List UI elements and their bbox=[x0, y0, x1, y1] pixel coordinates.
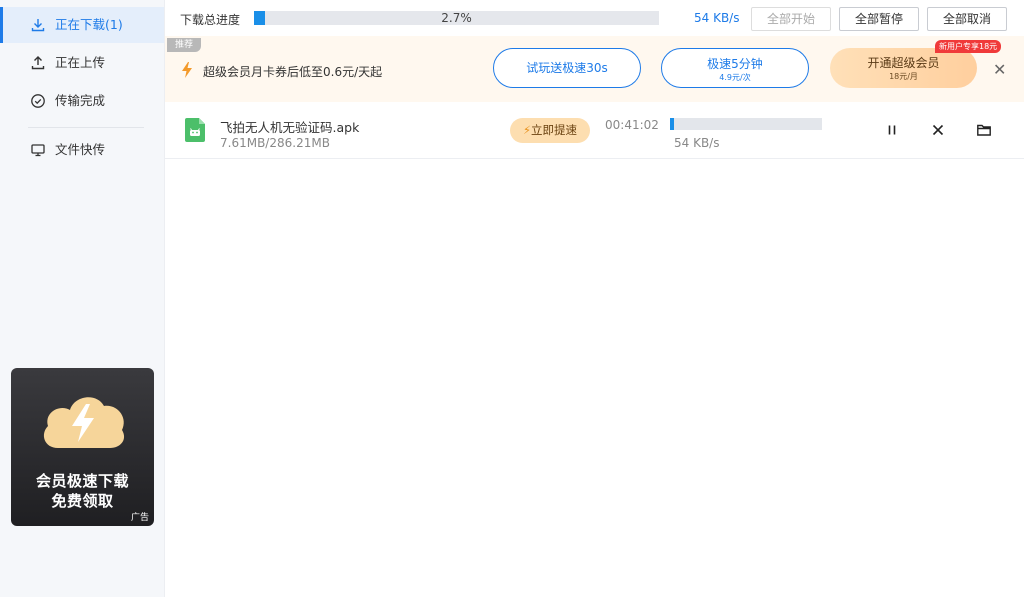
total-speed: 54 KB/s bbox=[694, 11, 740, 25]
new-user-tag: 新用户专享18元 bbox=[935, 40, 1002, 53]
open-vip-label: 开通超级会员 bbox=[867, 56, 940, 70]
sidebar-item-label: 文件快传 bbox=[55, 142, 106, 157]
total-progress-bar: 2.7% bbox=[254, 11, 659, 25]
start-all-button[interactable]: 全部开始 bbox=[751, 7, 831, 31]
monitor-icon bbox=[31, 144, 45, 157]
download-row[interactable]: 飞拍无人机无验证码.apk 7.61MB/286.21MB ⚡立即提速 00:4… bbox=[165, 102, 1024, 159]
sidebar-item-quick-transfer[interactable]: 文件快传 bbox=[0, 132, 164, 168]
pause-all-button[interactable]: 全部暂停 bbox=[839, 7, 919, 31]
vip-ad-banner[interactable]: 会员极速下载 免费领取 广告 bbox=[11, 368, 154, 526]
time-remaining: 00:41:02 bbox=[605, 118, 659, 132]
folder-icon[interactable] bbox=[976, 122, 992, 138]
sidebar-item-label: 正在下载(1) bbox=[55, 17, 123, 32]
file-progress-fill bbox=[670, 118, 674, 130]
sidebar-item-label: 传输完成 bbox=[55, 93, 106, 108]
ad-tag: 广告 bbox=[130, 513, 149, 523]
check-circle-icon bbox=[31, 94, 45, 108]
open-vip-button[interactable]: 开通超级会员 18元/月 bbox=[830, 48, 977, 88]
pause-icon[interactable] bbox=[884, 122, 900, 138]
ad-title: 会员极速下载 bbox=[35, 472, 129, 490]
speed-5min-label: 极速5分钟 bbox=[707, 57, 763, 71]
open-vip-price: 18元/月 bbox=[889, 72, 918, 81]
sidebar-item-label: 正在上传 bbox=[55, 55, 106, 70]
promo-text: 超级会员月卡券后低至0.6元/天起 bbox=[203, 65, 383, 79]
speed-5min-button[interactable]: 极速5分钟 4.9元/次 bbox=[661, 48, 809, 88]
apk-file-icon bbox=[185, 118, 205, 142]
total-progress-label: 下载总进度 bbox=[180, 13, 241, 27]
upload-icon bbox=[31, 56, 45, 70]
promo-banner: 推荐 超级会员月卡券后低至0.6元/天起 试玩送极速30s 极速5分钟 4.9元… bbox=[165, 36, 1024, 102]
file-name: 飞拍无人机无验证码.apk bbox=[220, 120, 360, 135]
sidebar-item-completed[interactable]: 传输完成 bbox=[0, 83, 164, 119]
speed-up-label: 立即提速 bbox=[531, 123, 578, 137]
toolbar: 下载总进度 2.7% 54 KB/s 全部开始 全部暂停 全部取消 bbox=[165, 0, 1024, 36]
cancel-all-button[interactable]: 全部取消 bbox=[927, 7, 1007, 31]
ad-subtitle: 免费领取 bbox=[51, 492, 114, 510]
cloud-lightning-icon bbox=[43, 397, 125, 448]
sidebar-item-uploading[interactable]: 正在上传 bbox=[0, 45, 164, 81]
download-icon bbox=[31, 19, 45, 32]
file-progress-bar bbox=[670, 118, 822, 130]
total-progress-percent: 2.7% bbox=[441, 11, 472, 25]
sidebar-divider bbox=[28, 127, 144, 128]
close-icon[interactable]: ✕ bbox=[993, 60, 1006, 79]
speed-up-button[interactable]: ⚡立即提速 bbox=[510, 118, 590, 143]
speed-5min-price: 4.9元/次 bbox=[719, 73, 751, 82]
sidebar-item-downloading[interactable]: 正在下载(1) bbox=[0, 7, 164, 43]
recommend-badge: 推荐 bbox=[167, 38, 201, 52]
trial-speed-button[interactable]: 试玩送极速30s bbox=[493, 48, 641, 88]
trial-speed-label: 试玩送极速30s bbox=[526, 61, 608, 75]
file-size: 7.61MB/286.21MB bbox=[220, 136, 330, 150]
lightning-icon bbox=[182, 62, 192, 78]
file-speed: 54 KB/s bbox=[674, 136, 720, 150]
app-window: 正在下载(1) 正在上传 传输完成 文件快传 会员极速下载 免费领取 广告 下载… bbox=[0, 0, 1024, 597]
sidebar: 正在下载(1) 正在上传 传输完成 文件快传 会员极速下载 免费领取 广告 bbox=[0, 0, 165, 597]
lightning-icon: ⚡ bbox=[522, 123, 532, 137]
close-icon[interactable] bbox=[930, 122, 946, 138]
